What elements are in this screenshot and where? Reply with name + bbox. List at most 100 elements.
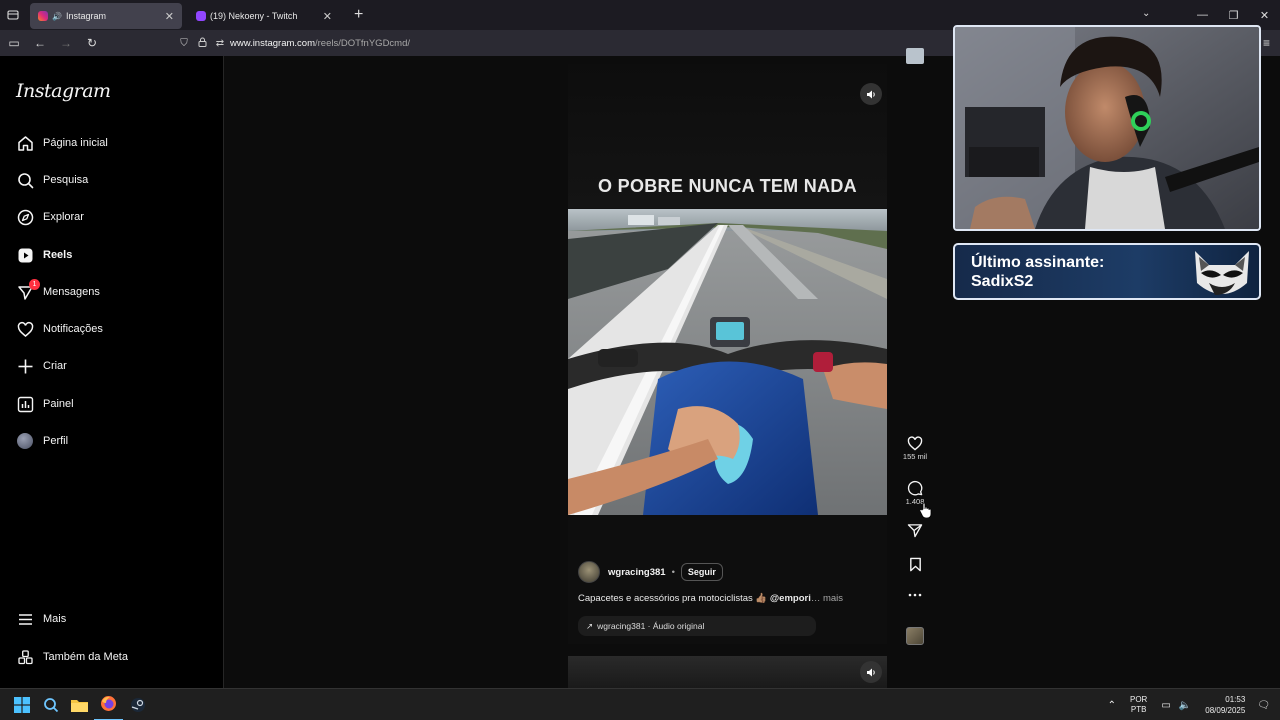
sidebar-item-home[interactable]: Página inicial: [16, 131, 108, 155]
tab-title: (19) Nekoeny - Twitch: [210, 11, 298, 21]
search-icon: [16, 171, 34, 189]
reels-icon: [16, 246, 34, 264]
heart-icon: [16, 320, 34, 338]
file-explorer-icon[interactable]: [65, 689, 94, 720]
sidebar-toggle-icon[interactable]: ▭: [2, 36, 26, 50]
tab-twitch[interactable]: (19) Nekoeny - Twitch ✕: [188, 3, 340, 29]
avatar: [16, 432, 34, 450]
author-username[interactable]: wgracing381: [608, 567, 666, 578]
cat-mascot-icon: [1195, 251, 1249, 295]
share-icon: [900, 523, 930, 538]
reel-video[interactable]: [568, 209, 887, 515]
lock-icon[interactable]: [194, 37, 210, 50]
url-bar[interactable]: ⛉ ⇄ www.instagram.com/reels/DOTfnYGDcmd/: [176, 33, 956, 53]
audio-thumbnail[interactable]: [906, 627, 924, 645]
sidebar-item-label: Também da Meta: [43, 651, 128, 663]
forward-icon[interactable]: →: [54, 36, 78, 50]
permissions-icon[interactable]: ⇄: [212, 38, 228, 49]
more-options-icon: [900, 592, 930, 598]
new-tab-button[interactable]: +: [354, 6, 363, 24]
instagram-logo[interactable]: Instagram: [16, 80, 111, 102]
more-options-button[interactable]: [900, 592, 930, 598]
close-window-icon[interactable]: ✕: [1249, 9, 1280, 22]
sidebar-item-notifications[interactable]: Notificações: [16, 317, 103, 341]
firefox-icon[interactable]: [94, 689, 123, 720]
sidebar-item-meta[interactable]: Também da Meta: [16, 645, 128, 669]
heart-icon: [900, 436, 930, 451]
close-tab-icon[interactable]: ✕: [165, 10, 174, 23]
separator: •: [671, 566, 675, 578]
instagram-favicon-icon: [38, 11, 48, 21]
hamburger-menu-icon[interactable]: ≡: [1263, 36, 1270, 50]
network-icon[interactable]: ▭: [1161, 700, 1170, 711]
restore-icon[interactable]: ❐: [1218, 9, 1249, 22]
tab-title: Instagram: [65, 11, 106, 21]
avatar[interactable]: [578, 561, 600, 583]
instagram-sidebar: Instagram Página inicial Pesquisa Explor…: [0, 56, 224, 688]
sidebar-item-label: Criar: [43, 360, 67, 372]
sidebar-item-search[interactable]: Pesquisa: [16, 168, 88, 192]
windows-start-icon[interactable]: [7, 689, 36, 720]
tab-list-icon[interactable]: [0, 0, 26, 30]
close-tab-icon[interactable]: ✕: [323, 10, 332, 23]
follow-button[interactable]: Seguir: [680, 563, 723, 581]
plus-icon: [16, 357, 34, 375]
meta-icon: [16, 648, 34, 666]
speaker-icon[interactable]: [860, 83, 882, 105]
more-link[interactable]: … mais: [811, 593, 843, 604]
sidebar-item-more[interactable]: Mais: [16, 607, 66, 631]
dashboard-icon: [16, 395, 34, 413]
sidebar-item-explore[interactable]: Explorar: [16, 205, 84, 229]
notification-bell-icon[interactable]: 🗨: [1257, 700, 1270, 711]
sidebar-item-dashboard[interactable]: Painel: [16, 392, 74, 416]
sidebar-item-profile[interactable]: Perfil: [16, 429, 68, 453]
audio-link[interactable]: ↗ wgracing381 · Áudio original: [578, 616, 816, 636]
sidebar-item-label: Notificações: [43, 323, 103, 335]
save-button[interactable]: [900, 557, 930, 572]
twitch-favicon-icon: [196, 11, 206, 21]
lang-bottom: PTB: [1130, 705, 1147, 714]
next-reel-preview[interactable]: [568, 656, 887, 688]
tab-instagram[interactable]: 🔊 Instagram ✕: [30, 3, 182, 29]
clock-time: 01:53: [1225, 695, 1246, 704]
sidebar-item-label: Perfil: [43, 435, 69, 447]
clock[interactable]: 01:53 08/09/2025: [1205, 694, 1245, 716]
reload-icon[interactable]: ↻: [80, 36, 104, 50]
sidebar-item-label: Mais: [43, 613, 67, 625]
arrow-up-right-icon: ↗: [586, 620, 594, 631]
shield-icon[interactable]: ⛉: [176, 38, 192, 49]
like-button[interactable]: 155 mil: [900, 436, 930, 461]
home-icon: [16, 134, 34, 152]
share-button[interactable]: [900, 523, 930, 538]
language-indicator[interactable]: POR PTB: [1130, 695, 1147, 715]
webcam-overlay: [953, 25, 1261, 231]
audio-label: wgracing381 · Áudio original: [597, 621, 705, 631]
comment-icon: [900, 480, 930, 496]
back-icon[interactable]: ←: [28, 36, 52, 50]
volume-icon[interactable]: 🔈: [1179, 700, 1191, 711]
sidebar-item-label: Explorar: [43, 211, 84, 223]
sidebar-item-reels[interactable]: Reels: [16, 243, 72, 267]
sidebar-item-label: Painel: [43, 398, 74, 410]
speaker-icon[interactable]: [860, 661, 882, 683]
sidebar-item-label: Mensagens: [43, 286, 100, 298]
notification-badge: 1: [29, 279, 40, 290]
sidebar-item-messages[interactable]: 1 Mensagens: [16, 279, 100, 304]
compass-icon: [16, 208, 34, 226]
tabs-dropdown-icon[interactable]: ⌄: [1142, 8, 1150, 19]
minimize-icon[interactable]: —: [1187, 9, 1218, 21]
reel-description: Capacetes e acessórios pra motociclistas…: [578, 593, 843, 604]
previous-reel-thumbnail[interactable]: [906, 48, 924, 64]
steam-icon[interactable]: [123, 689, 152, 720]
webcam-feed: [955, 27, 1259, 229]
speaker-icon[interactable]: 🔊: [52, 12, 62, 21]
mention-link[interactable]: @empori: [770, 593, 811, 604]
chevron-up-icon[interactable]: ⌃: [1108, 700, 1116, 711]
messenger-icon: 1: [16, 279, 40, 301]
motorcycle-video-frame: [568, 209, 887, 515]
lang-top: POR: [1130, 695, 1148, 704]
sidebar-item-create[interactable]: Criar: [16, 354, 67, 378]
url-host: www.instagram.com: [230, 37, 315, 49]
reel-player[interactable]: O POBRE NUNCA TEM NADA: [568, 64, 887, 644]
search-icon[interactable]: [36, 689, 65, 720]
